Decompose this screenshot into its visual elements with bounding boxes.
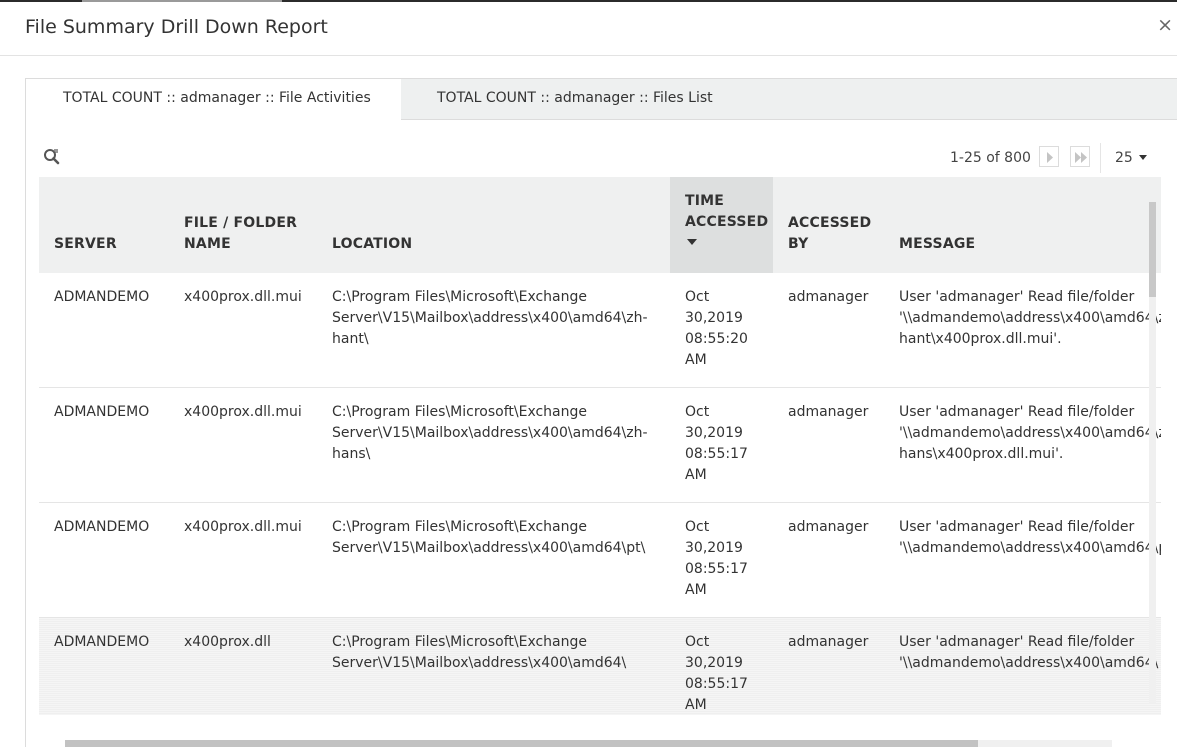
cell-accessed-by: admanager — [788, 404, 869, 420]
vertical-scrollbar[interactable] — [1149, 202, 1156, 703]
cell-server: ADMANDEMO — [54, 289, 150, 305]
cell-server: ADMANDEMO — [54, 404, 150, 420]
sort-descending-icon — [687, 239, 697, 245]
column-header-server[interactable]: SERVER — [54, 234, 117, 255]
last-page-icon[interactable] — [1070, 146, 1090, 167]
cell-location: C:\Program Files\Microsoft\Exchange Serv… — [332, 289, 648, 347]
column-header-message[interactable]: MESSAGE — [899, 234, 975, 255]
column-header-file-name[interactable]: FILE / FOLDER NAME — [184, 213, 304, 255]
cell-file-name: x400prox.dll — [184, 634, 271, 650]
dialog-header: File Summary Drill Down Report × — [0, 2, 1177, 56]
column-header-time-accessed-label: TIME ACCESSED — [685, 193, 769, 230]
cell-time-accessed: Oct 30,2019 08:55:20 AM — [685, 289, 748, 368]
message-line: User 'admanager' Read file/folder — [899, 634, 1135, 650]
cell-accessed-by: admanager — [788, 634, 869, 650]
tab-bar: TOTAL COUNT :: admanager :: File Activit… — [26, 79, 1177, 120]
cell-accessed-by: admanager — [788, 519, 869, 535]
search-icon[interactable] — [43, 148, 61, 166]
cell-accessed-by: admanager — [788, 289, 869, 305]
page-size-select[interactable]: 25 — [1115, 145, 1147, 171]
table-row[interactable]: ADMANDEMO x400prox.dll.mui C:\Program Fi… — [39, 273, 1161, 388]
cell-message: User 'admanager' Read file/folder '\\adm… — [899, 517, 1161, 559]
activity-table: SERVER FILE / FOLDER NAME LOCATION TIME … — [39, 177, 1161, 715]
horizontal-scrollbar-thumb[interactable] — [65, 740, 978, 747]
report-panel: TOTAL COUNT :: admanager :: File Activit… — [25, 78, 1177, 747]
message-line: '\\admandemo\address\x400\amd64\ — [899, 655, 1159, 671]
message-line: '\\admandemo\address\x400\amd64\zh- — [899, 425, 1161, 441]
cell-message: User 'admanager' Read file/folder '\\adm… — [899, 402, 1161, 465]
cell-time-accessed: Oct 30,2019 08:55:17 AM — [685, 634, 748, 713]
tab-file-activities[interactable]: TOTAL COUNT :: admanager :: File Activit… — [26, 79, 401, 120]
close-icon[interactable]: × — [1157, 16, 1173, 35]
cell-location: C:\Program Files\Microsoft\Exchange Serv… — [332, 519, 646, 556]
dialog-title: File Summary Drill Down Report — [25, 16, 328, 38]
column-header-time-accessed[interactable]: TIME ACCESSED — [670, 177, 773, 273]
tab-files-list[interactable]: TOTAL COUNT :: admanager :: Files List — [437, 79, 713, 120]
message-line: User 'admanager' Read file/folder — [899, 404, 1135, 420]
cell-location: C:\Program Files\Microsoft\Exchange Serv… — [332, 634, 627, 671]
page-size-value: 25 — [1115, 150, 1133, 166]
pagination-range: 1-25 of 800 — [950, 150, 1031, 166]
message-line: hans\x400prox.dll.mui'. — [899, 446, 1064, 462]
cell-message: User 'admanager' Read file/folder '\\adm… — [899, 632, 1161, 674]
next-page-icon[interactable] — [1039, 146, 1059, 167]
cell-server: ADMANDEMO — [54, 634, 150, 650]
message-line: '\\admandemo\address\x400\amd64\zh- — [899, 310, 1161, 326]
message-line: hant\x400prox.dll.mui'. — [899, 331, 1062, 347]
cell-server: ADMANDEMO — [54, 519, 150, 535]
table-header: SERVER FILE / FOLDER NAME LOCATION TIME … — [39, 177, 1161, 273]
cell-file-name: x400prox.dll.mui — [184, 519, 302, 535]
column-header-accessed-by[interactable]: ACCESSED BY — [788, 213, 871, 255]
message-line: User 'admanager' Read file/folder — [899, 519, 1135, 535]
cell-location: C:\Program Files\Microsoft\Exchange Serv… — [332, 404, 648, 462]
message-line: '\\admandemo\address\x400\amd64\pt\ — [899, 540, 1161, 556]
table-row[interactable]: ADMANDEMO x400prox.dll.mui C:\Program Fi… — [39, 503, 1161, 618]
column-header-location[interactable]: LOCATION — [332, 234, 412, 255]
cell-file-name: x400prox.dll.mui — [184, 289, 302, 305]
cell-time-accessed: Oct 30,2019 08:55:17 AM — [685, 404, 748, 483]
cell-message: User 'admanager' Read file/folder '\\adm… — [899, 287, 1161, 350]
chevron-down-icon — [1138, 155, 1147, 160]
table-row[interactable]: ADMANDEMO x400prox.dll C:\Program Files\… — [39, 618, 1161, 715]
horizontal-scrollbar[interactable] — [65, 740, 1112, 747]
table-row[interactable]: ADMANDEMO x400prox.dll.mui C:\Program Fi… — [39, 388, 1161, 503]
cell-file-name: x400prox.dll.mui — [184, 404, 302, 420]
toolbar-divider — [1100, 143, 1101, 173]
vertical-scrollbar-thumb[interactable] — [1149, 202, 1156, 297]
cell-time-accessed: Oct 30,2019 08:55:17 AM — [685, 519, 748, 598]
message-line: User 'admanager' Read file/folder — [899, 289, 1135, 305]
